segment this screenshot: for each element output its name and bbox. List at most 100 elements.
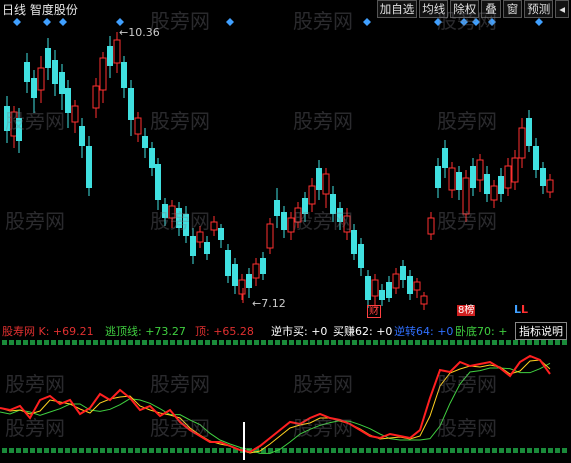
- top-signal-square: [51, 340, 56, 345]
- bottom-signal-square: [23, 448, 28, 453]
- bottom-signal-square: [359, 448, 364, 453]
- candle-body: [37, 67, 45, 91]
- candle-body: [218, 228, 224, 240]
- bottom-signal-square: [65, 448, 70, 453]
- signal-diamond: [488, 18, 496, 26]
- candle-body: [379, 290, 385, 300]
- overlay-button[interactable]: 叠: [481, 0, 501, 18]
- bottom-signal-square: [429, 448, 434, 453]
- candle-body: [287, 217, 295, 233]
- top-signal-square: [149, 340, 154, 345]
- top-signal-square: [156, 340, 161, 345]
- bottom-signal-square: [58, 448, 63, 453]
- top-signal-square: [296, 340, 301, 345]
- top-signal-square: [289, 340, 294, 345]
- top-signal-square: [394, 340, 399, 345]
- candle-body: [274, 200, 280, 216]
- low-price-label: ←7.12: [252, 297, 286, 310]
- bottom-signal-square: [352, 448, 357, 453]
- bottom-signal-square: [289, 448, 294, 453]
- top-signal-square: [135, 340, 140, 345]
- candlestick-chart[interactable]: [0, 18, 571, 322]
- top-signal-square: [527, 340, 532, 345]
- candle-body: [392, 273, 400, 289]
- rank-marker[interactable]: 8榜: [457, 305, 476, 316]
- collapse-button[interactable]: ◂: [555, 0, 569, 18]
- candle-body: [435, 166, 441, 188]
- candle-body: [442, 148, 448, 168]
- bottom-signal-square: [16, 448, 21, 453]
- indicator-k: 股寿网 K: +69.21: [2, 325, 94, 338]
- ex-rights-button[interactable]: 除权: [450, 0, 480, 18]
- candle-body: [99, 57, 107, 91]
- top-signal-square: [534, 340, 539, 345]
- candle-body: [79, 126, 85, 146]
- candle-body: [322, 173, 330, 195]
- indicator-buy-62: 买赚62: +0: [333, 325, 393, 338]
- top-signal-square: [471, 340, 476, 345]
- bottom-signal-square: [387, 448, 392, 453]
- candle-body: [113, 39, 121, 64]
- top-signal-square: [93, 340, 98, 345]
- top-signal-square: [128, 340, 133, 345]
- bottom-signal-square: [534, 448, 539, 453]
- bottom-signal-square: [443, 448, 448, 453]
- top-signal-square: [191, 340, 196, 345]
- candle-body: [518, 127, 526, 159]
- indicator-chart[interactable]: [0, 338, 571, 463]
- candle-body: [45, 48, 51, 68]
- signal-diamond: [59, 18, 67, 26]
- bottom-signal-square: [478, 448, 483, 453]
- candle-body: [504, 165, 512, 189]
- top-signal-square: [457, 340, 462, 345]
- signal-diamond: [472, 18, 480, 26]
- top-signal-square: [219, 340, 224, 345]
- add-watchlist-button[interactable]: 加自选: [376, 0, 418, 18]
- bottom-signal-square: [219, 448, 224, 453]
- candle-body: [252, 263, 260, 279]
- candle-body: [183, 214, 189, 236]
- indicator-signal-line: [0, 359, 551, 454]
- top-signal-square: [513, 340, 518, 345]
- top-signal-square: [170, 340, 175, 345]
- candle-body: [407, 276, 413, 294]
- bottom-signal-square: [555, 448, 560, 453]
- bottom-signal-square: [457, 448, 462, 453]
- window-button[interactable]: 窗: [502, 0, 523, 18]
- top-signal-square: [492, 340, 497, 345]
- bottom-signal-square: [198, 448, 203, 453]
- top-signal-square: [261, 340, 266, 345]
- bottom-signal-square: [541, 448, 546, 453]
- candle-body: [190, 236, 196, 256]
- top-signal-square: [562, 340, 567, 345]
- top-signal-square: [485, 340, 490, 345]
- bottom-signal-square: [128, 448, 133, 453]
- forecast-button[interactable]: 预测: [524, 0, 554, 18]
- bottom-signal-square: [212, 448, 217, 453]
- top-signal-square: [338, 340, 343, 345]
- bottom-signal-square: [86, 448, 91, 453]
- candle-body: [246, 274, 252, 288]
- bottom-signal-square: [422, 448, 427, 453]
- top-signal-square: [548, 340, 553, 345]
- signal-diamond: [434, 18, 442, 26]
- finance-marker[interactable]: 财: [367, 305, 381, 318]
- candle-body: [526, 118, 532, 146]
- top-signal-square: [79, 340, 84, 345]
- candle-body: [294, 207, 302, 223]
- moving-average-button[interactable]: 均线: [419, 0, 449, 18]
- top-signal-square: [443, 340, 448, 345]
- candle-body: [86, 146, 92, 188]
- top-signal-square: [212, 340, 217, 345]
- top-signal-square: [541, 340, 546, 345]
- bottom-signal-square: [9, 448, 14, 453]
- top-signal-square: [142, 340, 147, 345]
- high-price-value: 10.36: [128, 26, 160, 39]
- candle-body: [330, 194, 336, 214]
- top-signal-square: [282, 340, 287, 345]
- top-signal-square: [303, 340, 308, 345]
- top-signal-square: [16, 340, 21, 345]
- top-signal-square: [2, 340, 7, 345]
- candle-body: [266, 223, 274, 249]
- candle-body: [4, 106, 10, 131]
